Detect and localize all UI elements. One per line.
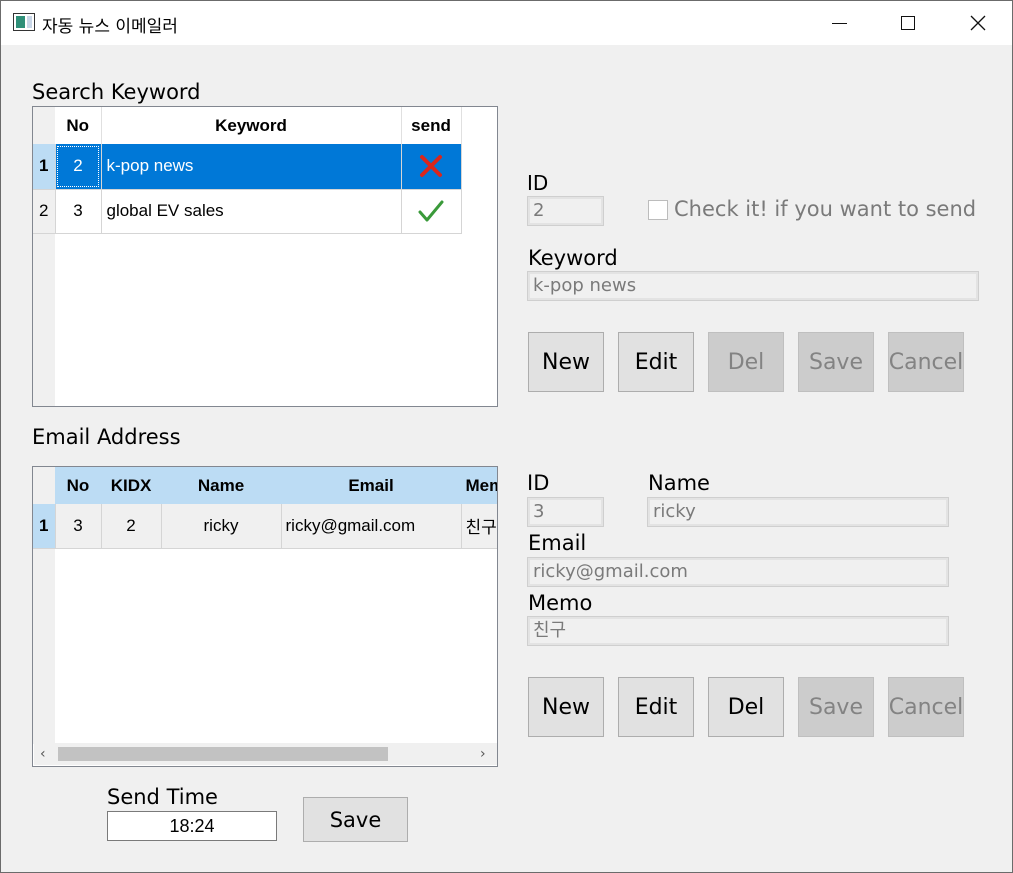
email-name-label: Name: [648, 471, 710, 495]
keyword-section-title: Search Keyword: [32, 80, 201, 104]
minimize-icon: [831, 22, 847, 24]
row-header[interactable]: 2: [33, 189, 56, 234]
email-del-button[interactable]: Del: [708, 677, 784, 737]
app-icon: [13, 13, 35, 31]
email-new-button[interactable]: New: [528, 677, 604, 737]
send-time-save-button[interactable]: Save: [303, 797, 408, 842]
keyword-save-button[interactable]: Save: [798, 332, 874, 392]
x-mark-icon: [420, 155, 442, 178]
email-grid[interactable]: No KIDX Name Email Memo 1 3 2 ricky rick…: [32, 466, 498, 767]
column-header-no[interactable]: No: [55, 107, 102, 144]
table-row[interactable]: 1 3 2 ricky ricky@gmail.com 친구: [33, 504, 497, 549]
table-row[interactable]: 2 3 global EV sales: [33, 189, 462, 234]
email-edit-button[interactable]: Edit: [618, 677, 694, 737]
keyword-id-label: ID: [527, 171, 549, 195]
cell-email[interactable]: ricky@gmail.com: [281, 504, 462, 549]
email-id-label: ID: [527, 471, 550, 495]
cell-send[interactable]: [401, 144, 462, 190]
table-row[interactable]: 1 2 k-pop news: [33, 144, 462, 190]
column-header-email[interactable]: Email: [281, 467, 462, 504]
cell-keyword[interactable]: k-pop news: [101, 144, 402, 190]
minimize-button[interactable]: [816, 1, 862, 45]
column-header-no[interactable]: No: [55, 467, 102, 504]
cell-kidx[interactable]: 2: [101, 504, 162, 549]
email-save-button[interactable]: Save: [798, 677, 874, 737]
keyword-cancel-button[interactable]: Cancel: [888, 332, 964, 392]
app-window: 자동 뉴스 이메일러 Search Keyword No Keyword sen…: [0, 0, 1013, 873]
column-header-name[interactable]: Name: [161, 467, 282, 504]
grid-corner: [33, 467, 56, 504]
column-header-send[interactable]: send: [401, 107, 462, 144]
horizontal-scrollbar[interactable]: ‹ ›: [34, 743, 497, 765]
row-header[interactable]: 1: [33, 144, 56, 190]
cell-no[interactable]: 2: [55, 144, 102, 190]
scrollbar-thumb[interactable]: [58, 747, 388, 761]
keyword-field[interactable]: k-pop news: [527, 271, 979, 301]
scroll-left-icon[interactable]: ‹: [40, 746, 46, 762]
cell-keyword[interactable]: global EV sales: [101, 189, 402, 234]
column-header-keyword[interactable]: Keyword: [101, 107, 402, 144]
keyword-edit-button[interactable]: Edit: [618, 332, 694, 392]
maximize-button[interactable]: [885, 1, 931, 45]
checkmark-icon: [418, 200, 444, 222]
keyword-new-button[interactable]: New: [528, 332, 604, 392]
cell-name[interactable]: ricky: [161, 504, 282, 549]
keyword-label: Keyword: [528, 246, 618, 270]
email-section-title: Email Address: [32, 425, 181, 449]
send-checkbox[interactable]: [648, 200, 668, 220]
send-time-label: Send Time: [107, 785, 218, 809]
title-bar: 자동 뉴스 이메일러: [1, 1, 1012, 45]
window-title: 자동 뉴스 이메일러: [42, 17, 178, 37]
email-id-field[interactable]: 3: [527, 497, 604, 527]
email-field[interactable]: ricky@gmail.com: [527, 557, 949, 587]
cell-send[interactable]: [401, 189, 462, 234]
column-header-memo[interactable]: Memo: [461, 467, 497, 504]
keyword-grid[interactable]: No Keyword send 1 2 k-pop news 2 3 globa…: [32, 106, 498, 407]
memo-field[interactable]: 친구: [527, 616, 949, 646]
name-field[interactable]: ricky: [647, 497, 949, 527]
grid-corner: [33, 107, 55, 144]
cell-no[interactable]: 3: [55, 189, 102, 234]
keyword-id-field[interactable]: 2: [527, 196, 604, 226]
email-cancel-button[interactable]: Cancel: [888, 677, 964, 737]
email-label: Email: [528, 531, 587, 555]
maximize-icon: [901, 16, 915, 30]
memo-label: Memo: [528, 591, 593, 615]
send-checkbox-label[interactable]: Check it! if you want to send: [674, 197, 976, 221]
keyword-del-button[interactable]: Del: [708, 332, 784, 392]
row-header[interactable]: 1: [33, 504, 56, 549]
close-button[interactable]: [955, 1, 1001, 45]
cell-memo[interactable]: 친구: [461, 504, 497, 549]
scroll-right-icon[interactable]: ›: [480, 746, 486, 762]
close-icon: [970, 15, 986, 31]
cell-no[interactable]: 3: [55, 504, 102, 549]
column-header-kidx[interactable]: KIDX: [101, 467, 162, 504]
send-time-field[interactable]: 18:24: [107, 811, 277, 841]
